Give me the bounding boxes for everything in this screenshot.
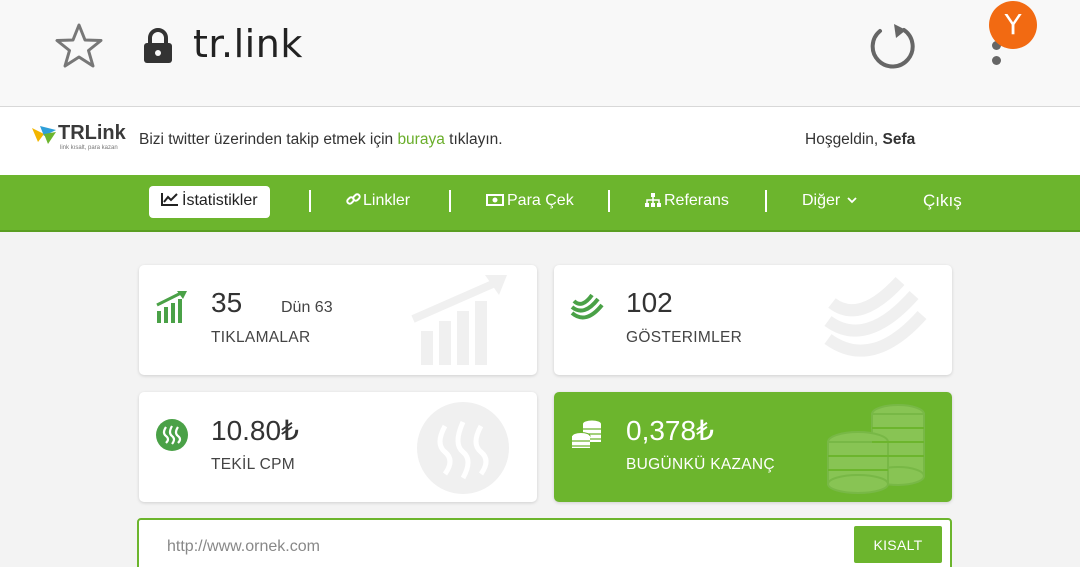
logo-subtitle: link kısalt, para kazan (60, 145, 118, 151)
views-value: 102 (626, 287, 673, 318)
lock-icon (144, 28, 172, 63)
clicks-value: 35 (211, 287, 243, 318)
star-icon[interactable] (55, 22, 103, 70)
coins-icon (571, 420, 601, 448)
stat-card-cpm: 10.80₺ TEKİL CPM (139, 392, 537, 502)
views-watermark-icon (824, 276, 927, 357)
steem-icon (156, 419, 188, 451)
stat-card-earnings: 0,378₺ BUGÜNKÜ KAZANÇ (554, 392, 952, 502)
twitter-link[interactable]: buraya (397, 131, 444, 148)
nav-separator (449, 190, 451, 212)
sitemap-icon (645, 193, 661, 207)
coins-watermark-icon (827, 404, 925, 494)
reload-icon[interactable] (864, 20, 918, 74)
stat-card-views: 102 GÖSTERIMLER (554, 265, 952, 375)
avatar[interactable]: Y (989, 1, 1037, 49)
steem-watermark-icon (417, 402, 509, 494)
views-label: GÖSTERIMLER (626, 329, 743, 346)
nav-item-referral[interactable]: Referans (645, 175, 729, 230)
nav-separator (765, 190, 767, 212)
money-icon (486, 194, 504, 206)
earnings-value: 0,378₺ (626, 415, 714, 446)
bar-chart-watermark-icon (411, 275, 507, 365)
site-header: TRLink link kısalt, para kazan Bizi twit… (0, 107, 1080, 175)
cpm-value: 10.80₺ (211, 415, 299, 446)
stat-card-clicks: 35 Dün 63 TIKLAMALAR (139, 265, 537, 375)
tagline-after: tıklayın. (444, 131, 503, 148)
nav-label: İstatistikler (182, 192, 258, 209)
earnings-label: BUGÜNKÜ KAZANÇ (626, 456, 775, 473)
main-nav: İstatistikler Linkler Para Çek Referans … (0, 175, 1080, 232)
nav-separator (309, 190, 311, 212)
nav-label: Linkler (363, 192, 411, 209)
nav-item-links[interactable]: Linkler (346, 175, 410, 230)
bar-chart-icon (156, 291, 187, 323)
nav-item-logout[interactable]: Çıkış (923, 175, 962, 230)
twitter-tagline: Bizi twitter üzerinden takip etmek için … (139, 131, 503, 149)
user-name: Sefa (882, 131, 916, 148)
bird-logo-icon (32, 126, 56, 144)
nav-item-statistics[interactable]: İstatistikler (149, 186, 270, 218)
chevron-down-icon (847, 197, 857, 204)
nav-separator (608, 190, 610, 212)
link-icon (346, 193, 361, 205)
shorten-button[interactable]: KISALT (854, 526, 942, 563)
url-input[interactable] (167, 534, 767, 560)
logo-text: TRLink (58, 122, 126, 144)
trlink-logo[interactable]: TRLink link kısalt, para kazan (30, 122, 130, 158)
browser-toolbar: tr.link Y (0, 0, 1080, 107)
cpm-label: TEKİL CPM (211, 456, 295, 473)
chart-line-icon (161, 193, 178, 206)
nav-item-withdraw[interactable]: Para Çek (486, 175, 574, 230)
nav-item-other[interactable]: Diğer (802, 175, 857, 230)
clicks-yesterday: Dün 63 (281, 299, 333, 316)
nav-label: Diğer (802, 192, 841, 209)
url-shortener-form: KISALT (137, 518, 952, 567)
welcome-prefix: Hoşgeldin, (805, 131, 883, 148)
nav-label: Para Çek (507, 192, 574, 209)
welcome-text: Hoşgeldin, Sefa (805, 131, 915, 149)
nav-label: Referans (664, 192, 729, 209)
clicks-label: TIKLAMALAR (211, 329, 311, 346)
url-address[interactable]: tr.link (193, 22, 303, 66)
tagline-before: Bizi twitter üzerinden takip etmek için (139, 131, 398, 148)
views-icon (570, 293, 604, 320)
